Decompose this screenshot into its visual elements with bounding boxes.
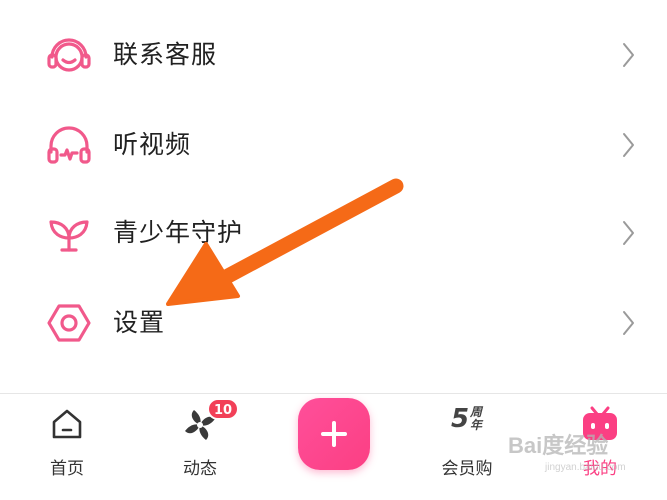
baidu-watermark-url: jingyan.baidu.com bbox=[545, 462, 626, 473]
sprout-icon bbox=[44, 208, 94, 258]
chevron-right-icon bbox=[618, 40, 638, 70]
settings-menu: 联系客服 听视频 青少年守护 设置 bbox=[0, 0, 667, 393]
plus-icon bbox=[321, 421, 347, 447]
menu-item-label: 设置 bbox=[113, 308, 166, 337]
tab-home-label: 首页 bbox=[50, 459, 84, 479]
menu-item-listen-video[interactable]: 听视频 bbox=[0, 100, 667, 190]
notification-badge: 10 bbox=[207, 398, 239, 420]
menu-item-customer-service[interactable]: 联系客服 bbox=[0, 10, 667, 100]
tab-dynamic[interactable]: 10 动态 bbox=[155, 394, 245, 500]
baidu-watermark: Bai度经验 bbox=[508, 433, 609, 458]
chevron-right-icon bbox=[618, 308, 638, 338]
anniversary-5-icon: 5周年 bbox=[422, 406, 512, 435]
menu-item-label: 听视频 bbox=[113, 130, 192, 159]
house-icon bbox=[49, 406, 85, 442]
chevron-right-icon bbox=[618, 218, 638, 248]
menu-item-label: 联系客服 bbox=[113, 40, 218, 69]
menu-item-teen-guard[interactable]: 青少年守护 bbox=[0, 188, 667, 278]
menu-item-label: 青少年守护 bbox=[113, 218, 244, 247]
menu-item-settings[interactable]: 设置 bbox=[0, 278, 667, 368]
anniversary-text: 周年 bbox=[470, 405, 483, 432]
anniversary-number: 5 bbox=[450, 404, 470, 434]
headphones-icon bbox=[44, 120, 94, 170]
hexagon-settings-icon bbox=[44, 298, 94, 348]
tab-vip-shop-label: 会员购 bbox=[441, 459, 493, 479]
customer-service-headset-icon bbox=[44, 30, 94, 80]
tab-home[interactable]: 首页 bbox=[22, 394, 112, 500]
tab-vip-shop[interactable]: 5周年 会员购 bbox=[422, 394, 512, 500]
chevron-right-icon bbox=[618, 130, 638, 160]
tab-dynamic-label: 动态 bbox=[183, 459, 217, 479]
publish-button[interactable] bbox=[298, 398, 370, 470]
